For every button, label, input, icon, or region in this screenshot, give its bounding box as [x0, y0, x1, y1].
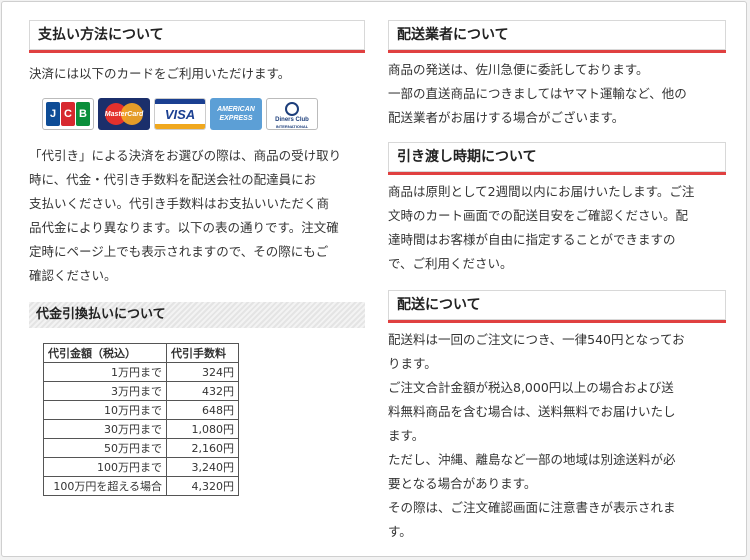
diners-club-logo: Diners Club INTERNATIONAL	[266, 98, 318, 130]
table-row: 3万円まで 432円	[43, 381, 239, 401]
table-row: 100万円を超える場合 4,320円	[43, 476, 239, 496]
table-header-row: 代引金額（税込） 代引手数料	[43, 343, 239, 363]
content-frame: 支払い方法について 決済には以下のカードをご利用いただけます。 J C B Ma…	[1, 1, 747, 557]
shipping-text: 配送料は一回のご注文につき、一律540円となってお ります。 ご注文合計金額が税…	[388, 332, 685, 539]
visa-logo: VISA	[154, 98, 206, 130]
payment-intro: 決済には以下のカードをご利用いただけます。	[29, 66, 291, 81]
delivery-time-text: 商品は原則として2週間以内にお届けいたします。ご注 文時のカート画面での配送目安…	[388, 184, 695, 271]
table-row: 1万円まで 324円	[43, 362, 239, 382]
table-row: 10万円まで 648円	[43, 400, 239, 420]
carrier-text: 商品の発送は、佐川急便に委託しております。 一部の直送商品につきましてはヤマト運…	[388, 62, 687, 125]
jcb-logo: J C B	[42, 98, 94, 130]
table-row: 50万円まで 2,160円	[43, 438, 239, 458]
cod-fee-title: 代金引換払いについて	[29, 302, 365, 328]
cod-explanation: 「代引き」による決済をお選びの際は、商品の受け取り 時に、代金・代引き手数料を配…	[29, 148, 342, 283]
table-row: 100万円まで 3,240円	[43, 457, 239, 477]
cod-fee-table: 代引金額（税込） 代引手数料 1万円まで 324円 3万円まで 432円 10万円ま…	[43, 343, 239, 496]
card-logos: J C B MasterCard VISA AMERICAN EXPRESS D…	[42, 98, 365, 134]
left-column: 支払い方法について 決済には以下のカードをご利用いただけます。 J C B Ma…	[29, 20, 365, 496]
shipping-section-title: 配送について	[388, 290, 726, 323]
table-row: 30万円まで 1,080円	[43, 419, 239, 439]
payment-section-title: 支払い方法について	[29, 20, 365, 53]
right-column: 配送業者について 商品の発送は、佐川急便に委託しております。 一部の直送商品につ…	[388, 20, 726, 544]
carrier-section-title: 配送業者について	[388, 20, 726, 53]
header-fee: 代引手数料	[166, 343, 239, 363]
mastercard-logo: MasterCard	[98, 98, 150, 130]
amex-logo: AMERICAN EXPRESS	[210, 98, 262, 130]
header-amount: 代引金額（税込）	[43, 343, 167, 363]
delivery-time-section-title: 引き渡し時期について	[388, 142, 726, 175]
